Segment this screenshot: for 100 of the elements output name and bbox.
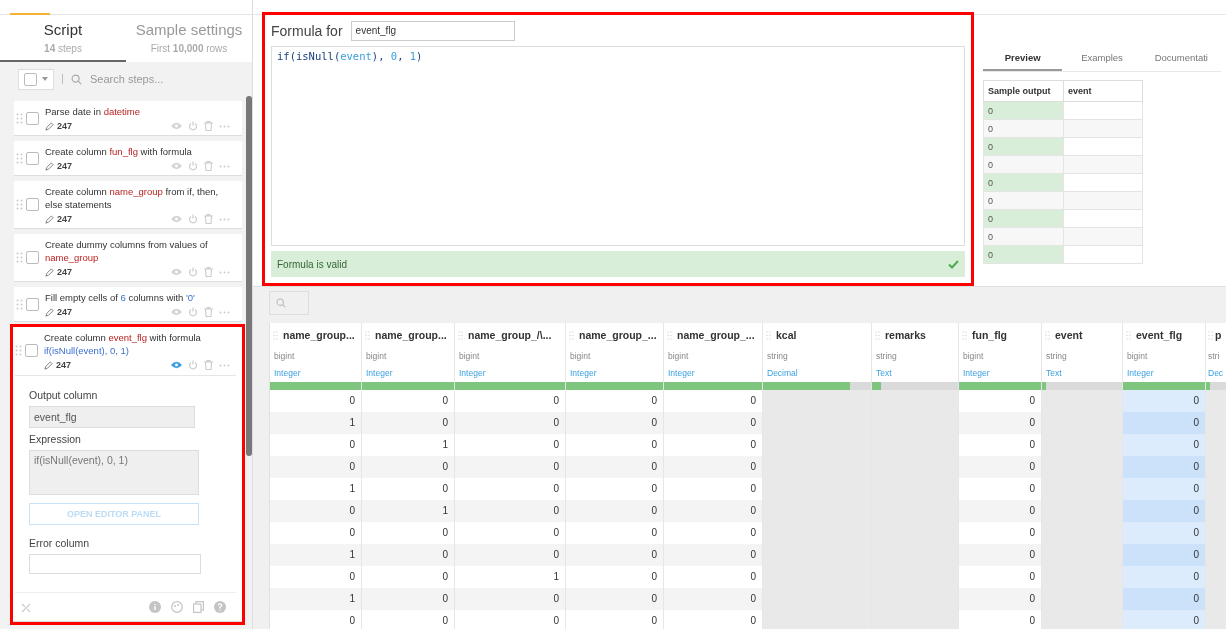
trash-icon[interactable] [204,267,213,277]
trash-icon[interactable] [204,360,213,370]
column-header[interactable]: name_group_... [566,323,663,347]
trash-icon[interactable] [204,214,213,224]
column-name-field[interactable]: event_flg [350,21,515,41]
table-cell: 0 [959,566,1041,588]
column-header[interactable]: name_group... [362,323,454,347]
storage-type: string [1042,347,1122,365]
column-header[interactable]: event [1042,323,1122,347]
table-cell: 0 [959,610,1041,629]
step-checkbox[interactable] [26,251,39,264]
drag-handle-icon[interactable] [569,330,574,340]
drag-handle-icon[interactable] [458,330,463,340]
drag-handle-icon[interactable] [365,330,370,340]
column-header[interactable]: name_group_... [664,323,762,347]
drag-handle-icon[interactable] [667,330,672,340]
step-card[interactable]: Create column event_flg with formula if(isNull(event), 0, 1) 247 Output column event_flg Expression if(isNull(event), 0, 1) OPEN EDITOR PANEL Error column [13,327,242,622]
step-card[interactable]: Create column fun_flg with formula 247 [14,141,242,176]
column-header[interactable]: p [1206,323,1226,347]
help-icon[interactable] [214,601,226,613]
drag-handle-icon[interactable] [16,152,23,164]
drag-handle-icon[interactable] [16,298,23,310]
info-icon[interactable] [149,601,161,613]
drag-handle-icon[interactable] [962,330,967,340]
output-column-field[interactable]: event_flg [29,406,195,428]
error-column-field[interactable] [29,554,201,574]
palette-icon[interactable] [171,601,183,613]
sidebar-tab[interactable]: Script 14 steps [0,15,126,62]
preview-tab[interactable]: Examples [1062,48,1142,71]
step-checkbox[interactable] [25,344,38,357]
shuffle-icon[interactable] [21,601,33,613]
table-cell: 0 [566,566,663,588]
step-card[interactable]: Create column name_group from if, then, else statements 247 [14,181,242,229]
storage-type: bigint [959,347,1041,365]
code-editor[interactable]: if(isNull(event), 0, 1) [271,46,965,246]
eye-icon[interactable] [171,361,182,369]
eye-icon[interactable] [171,215,182,223]
step-description: Create dummy columns from values of name_group [45,238,209,264]
column-header[interactable]: remarks [872,323,958,347]
table-cell: 1 [362,500,454,522]
table-cell: 0 [270,434,361,456]
search-field[interactable] [269,291,309,315]
field-label: Error column [29,537,91,549]
eye-icon[interactable] [171,122,182,130]
column-header[interactable]: kcal [763,323,871,347]
table-cell: 0 [362,390,454,412]
step-card[interactable]: Create dummy columns from values of name_group 247 [14,234,242,282]
drag-handle-icon[interactable] [16,112,23,124]
column-header[interactable]: name_group_/\... [455,323,565,347]
power-icon[interactable] [188,121,198,131]
table-cell: 0 [566,522,663,544]
field-label: Output column [29,389,99,401]
storage-type: string [763,347,871,365]
table-cell: 0 [1123,544,1205,566]
step-card[interactable]: Parse date in datetime 247 [14,101,242,136]
table-cell: 0 [664,478,762,500]
drag-handle-icon[interactable] [16,252,23,263]
eye-icon[interactable] [171,162,182,170]
pencil-icon [45,161,54,171]
step-checkbox[interactable] [26,111,39,125]
column-header[interactable]: name_group... [270,323,361,347]
power-icon[interactable] [188,360,198,370]
trash-icon[interactable] [204,161,213,171]
preview-tab[interactable]: Documentati [1141,48,1221,71]
expression-field[interactable]: if(isNull(event), 0, 1) [29,450,199,495]
power-icon[interactable] [188,214,198,224]
trash-icon[interactable] [204,121,213,131]
trash-icon[interactable] [204,307,213,317]
power-icon[interactable] [188,161,198,171]
step-checkbox[interactable] [26,151,39,165]
power-icon[interactable] [188,307,198,317]
step-count: 247 [57,161,73,171]
eye-icon[interactable] [171,268,182,276]
step-card[interactable]: Fill empty cells of 6 columns with '0' 247 [14,287,242,322]
drag-handle-icon[interactable] [16,199,23,210]
step-checkbox[interactable] [26,297,39,311]
column-header[interactable]: event_flg [1123,323,1205,347]
table-cell: 0 [455,500,565,522]
step-checkbox[interactable] [26,198,39,211]
power-icon[interactable] [188,267,198,277]
eye-icon[interactable] [171,308,182,316]
drag-handle-icon[interactable] [1126,330,1131,340]
drag-handle-icon[interactable] [875,330,880,340]
table-cell: 0 [270,500,361,522]
check-icon [948,259,959,269]
table-cell: 0 [270,566,361,588]
column-header[interactable]: fun_flg [959,323,1041,347]
table-cell: 0 [1123,456,1205,478]
select-all-dropdown[interactable] [18,68,54,90]
drag-handle-icon[interactable] [273,330,278,340]
drag-handle-icon[interactable] [766,330,771,340]
pencil-icon [45,267,54,277]
table-cell: 0 [664,610,762,629]
drag-handle-icon[interactable] [1045,330,1050,340]
drag-handle-icon[interactable] [15,345,22,356]
copy-icon[interactable] [193,601,204,613]
drag-handle-icon[interactable] [1208,330,1213,340]
storage-type: bigint [362,347,454,365]
preview-tab[interactable]: Preview [983,48,1063,71]
search-field[interactable]: Search steps... [90,73,230,85]
